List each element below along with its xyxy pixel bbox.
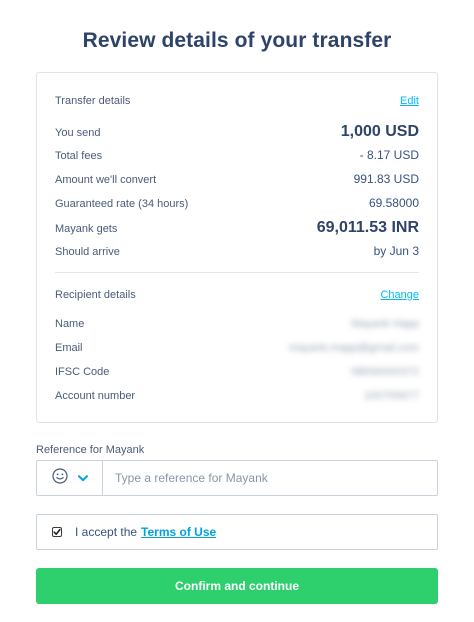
recipient-name-value: Mayank Happ bbox=[351, 318, 419, 330]
account-number-row: Account number 100755677 bbox=[55, 390, 419, 402]
account-number-value: 100755677 bbox=[363, 390, 419, 402]
transfer-summary-card: Transfer details Edit You send 1,000 USD… bbox=[36, 72, 438, 423]
confirm-button[interactable]: Confirm and continue bbox=[36, 568, 438, 604]
ifsc-label: IFSC Code bbox=[55, 366, 110, 378]
you-send-value: 1,000 USD bbox=[340, 123, 419, 140]
you-send-row: You send 1,000 USD bbox=[55, 123, 419, 141]
transfer-details-heading: Transfer details bbox=[55, 95, 131, 107]
fees-label: Total fees bbox=[55, 150, 103, 162]
arrival-row: Should arrive by Jun 3 bbox=[55, 244, 419, 258]
rate-row: Guaranteed rate (34 hours) 69.58000 bbox=[55, 196, 419, 210]
fees-value: - 8.17 USD bbox=[359, 148, 419, 162]
terms-of-use-link[interactable]: Terms of Use bbox=[141, 525, 216, 539]
convert-value: 991.83 USD bbox=[353, 172, 419, 186]
transfer-details-header: Transfer details Edit bbox=[55, 95, 419, 107]
section-divider bbox=[55, 272, 419, 273]
ifsc-row: IFSC Code SBIN0000372 bbox=[55, 366, 419, 378]
recipient-email-row: Email mayank.mapp@gmail.com bbox=[55, 342, 419, 354]
recipient-gets-value: 69,011.53 INR bbox=[316, 219, 419, 236]
arrival-value: by Jun 3 bbox=[373, 244, 419, 258]
reference-field bbox=[36, 460, 438, 496]
fees-row: Total fees - 8.17 USD bbox=[55, 148, 419, 162]
terms-checkbox[interactable] bbox=[52, 527, 62, 537]
recipient-details-heading: Recipient details bbox=[55, 289, 136, 301]
terms-row: I accept the Terms of Use bbox=[36, 514, 438, 550]
ifsc-value: SBIN0000372 bbox=[350, 366, 420, 378]
page-title: Review details of your transfer bbox=[82, 29, 392, 52]
reference-label: Reference for Mayank bbox=[36, 444, 145, 456]
smiley-icon bbox=[51, 467, 68, 489]
arrival-label: Should arrive bbox=[55, 246, 120, 258]
checkmark-icon bbox=[53, 528, 61, 535]
recipient-gets-row: Mayank gets 69,011.53 INR bbox=[55, 219, 419, 237]
recipient-email-label: Email bbox=[55, 342, 83, 354]
you-send-label: You send bbox=[55, 127, 101, 139]
account-number-label: Account number bbox=[55, 390, 136, 402]
emoji-picker-button[interactable] bbox=[37, 461, 103, 495]
chevron-down-icon bbox=[77, 469, 88, 487]
recipient-name-label: Name bbox=[55, 318, 85, 330]
rate-label: Guaranteed rate (34 hours) bbox=[55, 198, 189, 210]
recipient-gets-label: Mayank gets bbox=[55, 223, 118, 235]
recipient-email-value: mayank.mapp@gmail.com bbox=[288, 342, 419, 354]
terms-text: I accept the bbox=[75, 525, 138, 539]
convert-row: Amount we'll convert 991.83 USD bbox=[55, 172, 419, 186]
recipient-name-row: Name Mayank Happ bbox=[55, 318, 419, 330]
rate-value: 69.58000 bbox=[368, 196, 419, 210]
edit-link[interactable]: Edit bbox=[400, 95, 419, 107]
reference-input[interactable] bbox=[103, 461, 437, 495]
convert-label: Amount we'll convert bbox=[55, 174, 157, 186]
change-link[interactable]: Change bbox=[380, 289, 419, 301]
recipient-details-header: Recipient details Change bbox=[55, 289, 419, 301]
